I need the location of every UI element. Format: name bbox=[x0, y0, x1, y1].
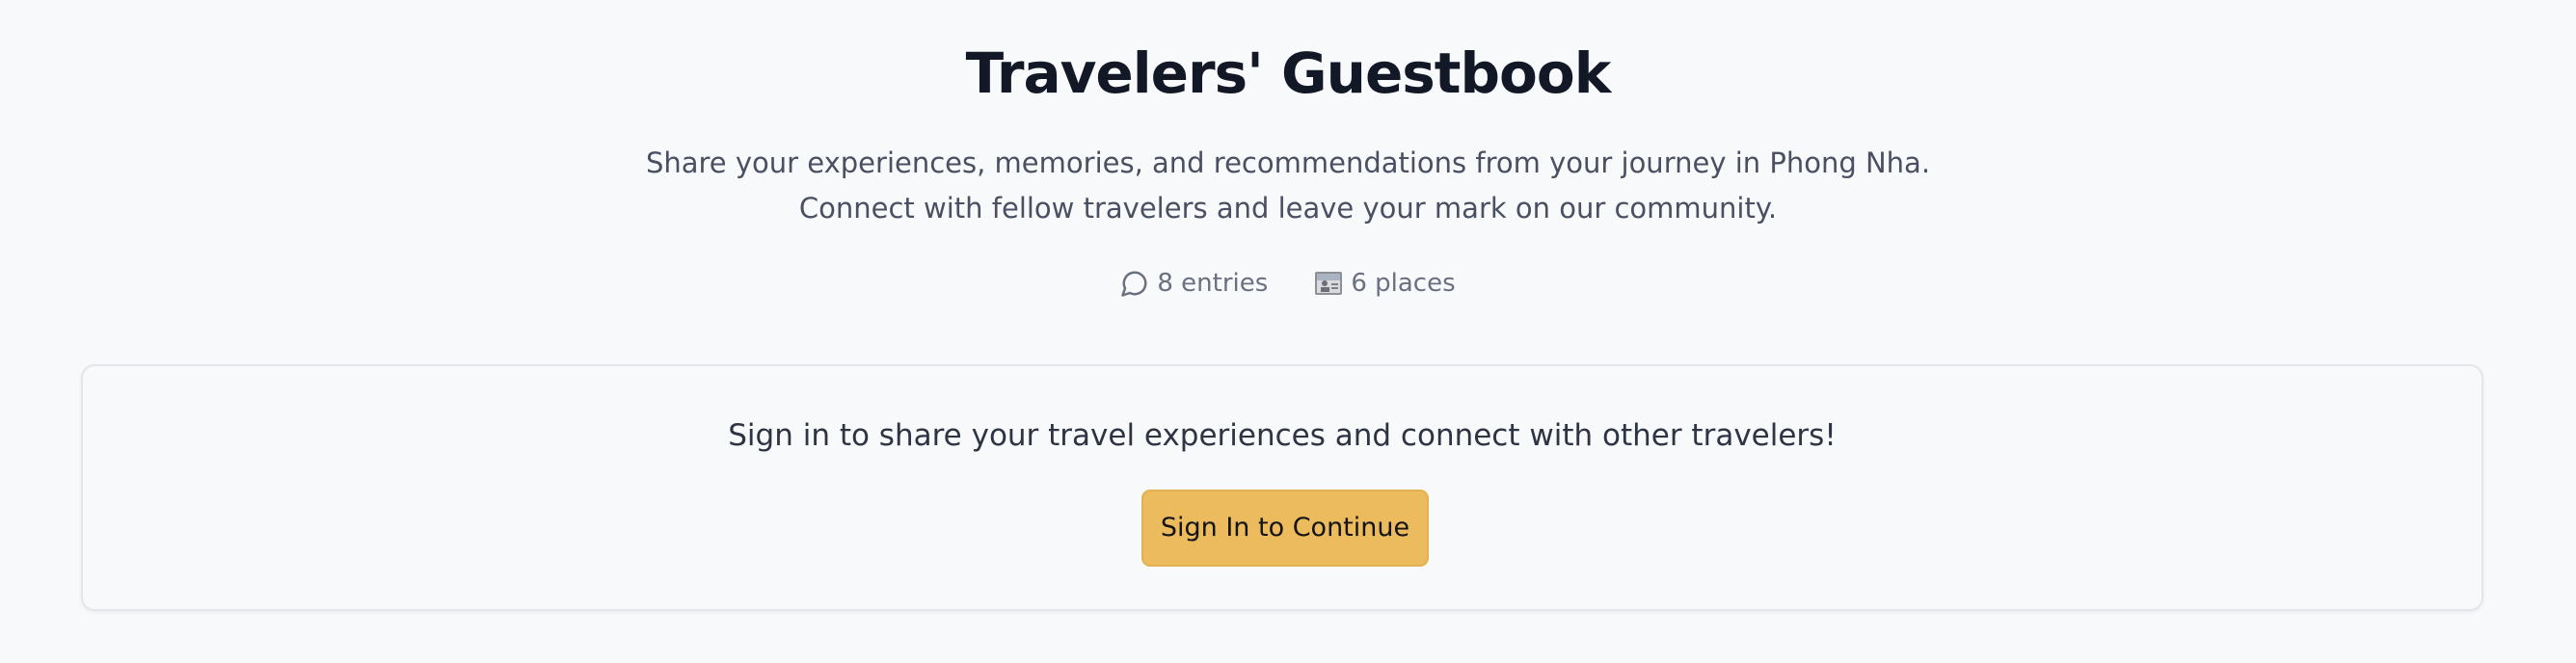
entries-stat: 8 entries bbox=[1120, 262, 1268, 305]
sign-in-button[interactable]: Sign In to Continue bbox=[1141, 490, 1429, 567]
entries-count: 8 entries bbox=[1157, 269, 1269, 298]
message-circle-icon bbox=[1120, 269, 1149, 298]
signin-message: Sign in to share your travel experiences… bbox=[728, 418, 1837, 453]
page-description-line-1: Share your experiences, memories, and re… bbox=[645, 146, 1931, 179]
guestbook-page: Travelers' Guestbook Share your experien… bbox=[0, 0, 2576, 663]
signin-card: Sign in to share your travel experiences… bbox=[81, 364, 2483, 611]
page-description-line-2: Connect with fellow travelers and leave … bbox=[798, 192, 1778, 225]
map-image-icon bbox=[1314, 270, 1343, 297]
guestbook-stats: 8 entries 6 places bbox=[0, 262, 2576, 305]
places-count: 6 places bbox=[1351, 269, 1456, 298]
places-stat: 6 places bbox=[1314, 262, 1456, 305]
page-title: Travelers' Guestbook bbox=[965, 40, 1612, 106]
